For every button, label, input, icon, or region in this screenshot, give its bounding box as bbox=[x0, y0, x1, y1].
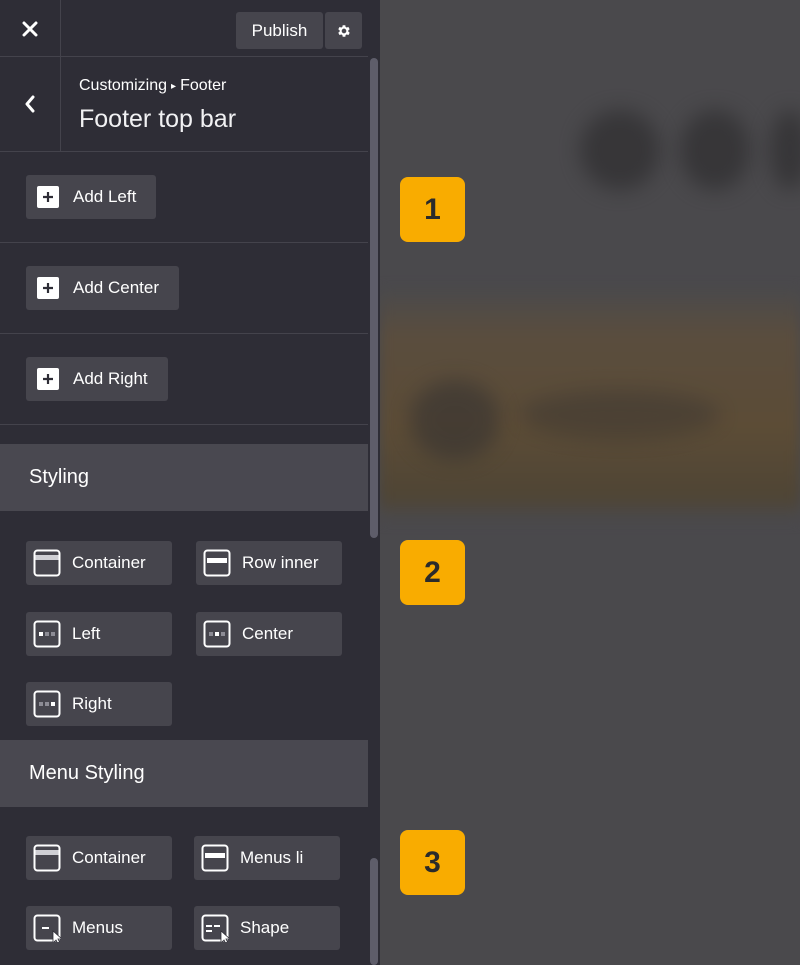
panel-heading: Customizing ▸ Footer Footer top bar bbox=[0, 57, 368, 152]
publish-button[interactable]: Publish bbox=[236, 12, 323, 49]
add-left-section: Add Left bbox=[0, 152, 368, 243]
styling-container-label: Container bbox=[72, 553, 146, 572]
menus-li-button[interactable]: Menus li bbox=[194, 836, 340, 880]
styling-row-inner-button[interactable]: Row inner bbox=[196, 541, 342, 585]
container-icon bbox=[33, 549, 61, 577]
styling-right-label: Right bbox=[72, 694, 112, 713]
add-center-button[interactable]: Add Center bbox=[26, 266, 179, 310]
chevron-left-icon bbox=[25, 95, 35, 113]
callout-badge-2: 2 bbox=[400, 540, 465, 605]
add-right-section: Add Right bbox=[0, 334, 368, 425]
preview-blur-shape bbox=[770, 110, 800, 190]
breadcrumb: Customizing ▸ Footer bbox=[79, 77, 226, 95]
callout-badge-3: 3 bbox=[400, 830, 465, 895]
back-button[interactable] bbox=[0, 57, 61, 151]
preview-blur-shape bbox=[520, 390, 720, 440]
add-center-label: Add Center bbox=[73, 278, 159, 297]
plus-icon bbox=[37, 368, 59, 390]
sidebar-scrollbar[interactable] bbox=[370, 58, 378, 538]
align-center-icon bbox=[203, 620, 231, 648]
container-icon bbox=[33, 844, 61, 872]
add-right-label: Add Right bbox=[73, 369, 148, 388]
align-left-icon bbox=[33, 620, 61, 648]
shape-label: Shape bbox=[240, 918, 290, 937]
close-button[interactable] bbox=[0, 0, 61, 57]
styling-left-button[interactable]: Left bbox=[26, 612, 172, 656]
breadcrumb-separator-icon: ▸ bbox=[171, 81, 177, 92]
callout-badge-1: 1 bbox=[400, 177, 465, 242]
preview-blur-shape bbox=[580, 110, 660, 190]
styling-section-header[interactable]: Styling bbox=[0, 444, 368, 511]
menus-li-label: Menus li bbox=[240, 848, 304, 867]
breadcrumb-current: Footer bbox=[180, 77, 227, 94]
menus-label: Menus bbox=[72, 918, 124, 937]
plus-icon bbox=[37, 186, 59, 208]
styling-left-label: Left bbox=[72, 624, 101, 643]
styling-center-button[interactable]: Center bbox=[196, 612, 342, 656]
add-left-label: Add Left bbox=[73, 187, 137, 206]
align-right-icon bbox=[33, 690, 61, 718]
add-center-section: Add Center bbox=[0, 243, 368, 334]
gear-icon bbox=[337, 24, 350, 37]
preview-blur-shape bbox=[410, 380, 500, 460]
customizer-header: Publish bbox=[0, 0, 368, 57]
menus-button[interactable]: Menus bbox=[26, 906, 172, 950]
menu-styling-container-label: Container bbox=[72, 848, 146, 867]
site-preview bbox=[380, 0, 800, 965]
styling-row-inner-label: Row inner bbox=[242, 553, 319, 572]
close-icon bbox=[22, 21, 38, 36]
add-left-button[interactable]: Add Left bbox=[26, 175, 157, 219]
customizer-sidebar: Publish Customizing ▸ Footer Footer top ba… bbox=[0, 0, 380, 965]
settings-button[interactable] bbox=[325, 12, 362, 49]
menu-styling-container-button[interactable]: Container bbox=[26, 836, 172, 880]
styling-container-button[interactable]: Container bbox=[26, 541, 172, 585]
row-inner-icon bbox=[203, 549, 231, 577]
menus-li-icon bbox=[201, 844, 229, 872]
sidebar-scrollbar-lower[interactable] bbox=[370, 858, 378, 965]
plus-icon bbox=[37, 277, 59, 299]
styling-center-label: Center bbox=[242, 624, 294, 643]
preview-blur-shape bbox=[680, 110, 750, 190]
add-right-button[interactable]: Add Right bbox=[26, 357, 168, 401]
shape-icon bbox=[201, 914, 229, 942]
breadcrumb-parent: Customizing bbox=[79, 77, 168, 94]
page-title: Footer top bar bbox=[79, 105, 237, 133]
menus-icon bbox=[33, 914, 61, 942]
styling-right-button[interactable]: Right bbox=[26, 682, 172, 726]
shape-button[interactable]: Shape bbox=[194, 906, 340, 950]
menu-styling-section-header[interactable]: Menu Styling bbox=[0, 740, 368, 807]
